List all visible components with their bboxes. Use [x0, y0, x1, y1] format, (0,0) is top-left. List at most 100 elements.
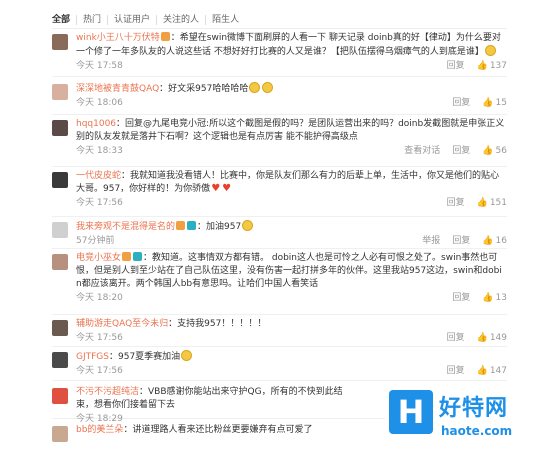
like-button[interactable]: 👍 56	[482, 146, 507, 157]
comment-item: GJTFGS：957夏季赛加油 今天 17:56 回复 👍 147	[52, 350, 507, 381]
thumbs-up-icon: 👍	[482, 146, 494, 156]
reply-button[interactable]: 回复	[452, 98, 470, 109]
like-count: 56	[495, 146, 507, 156]
avatar[interactable]	[52, 34, 68, 50]
reply-button[interactable]: 回复	[447, 366, 465, 377]
like-button[interactable]: 👍 151	[477, 198, 507, 209]
like-button[interactable]: 👍 13	[482, 293, 507, 304]
view-conversation-link[interactable]: 查看对话	[404, 146, 440, 157]
avatar[interactable]	[52, 84, 68, 100]
smile-emoji-icon	[181, 350, 193, 361]
avatar[interactable]	[52, 172, 68, 188]
site-watermark: H 好特网 haote.com	[385, 384, 540, 456]
like-button[interactable]: 👍 137	[477, 61, 507, 72]
comment-item: 一代皮皮蛇：我就知道我没看错人！比赛中，你是队友们那么有力的后辈上单，生活中，你…	[52, 170, 507, 217]
reply-button[interactable]: 回复	[447, 333, 465, 344]
comment-text: 一代皮皮蛇：我就知道我没看错人！比赛中，你是队友们那么有力的后辈上单，生活中，你…	[76, 170, 507, 196]
comment-content: ：讲道理路人看来还比粉丝更要嫌弃有点可爱了	[123, 425, 313, 435]
comment-time: 57分钟前	[76, 236, 115, 246]
username-link[interactable]: wink小王八十万伏特	[76, 33, 160, 43]
vip-badge-icon	[160, 32, 170, 41]
thumbs-up-icon: 👍	[482, 98, 494, 108]
comment-item: wink小王八十万伏特 ：希望在swin微博下面刷屏的人看一下 聊天记录 doin…	[52, 32, 507, 77]
reply-button[interactable]: 回复	[447, 198, 465, 209]
thumbs-up-icon: 👍	[476, 198, 488, 208]
like-count: 151	[489, 198, 507, 208]
heart-icon: ♥	[211, 183, 221, 194]
avatar[interactable]	[52, 254, 68, 270]
comment-filter-bar: 全部 热门 认证用户 关注的人 陌生人	[52, 12, 507, 29]
filter-strangers[interactable]: 陌生人	[205, 15, 245, 25]
avatar[interactable]	[52, 352, 68, 368]
comment-item: hqq1006：回复@九尾电竞小冠:所以这个截图是假的吗？是团队运营出来的吗？d…	[52, 118, 507, 167]
member-badge-icon	[187, 221, 197, 230]
comment-item: 电竞小巫女 ：教知道。这事情双方都有错。 dobin这人也是可怜之人必有可恨之处了…	[52, 252, 507, 315]
like-count: 137	[489, 61, 507, 71]
cat-emoji-icon	[262, 82, 274, 93]
haote-logo-icon: H	[389, 390, 433, 434]
like-count: 149	[489, 333, 507, 343]
username-link[interactable]: GJTFGS	[76, 352, 109, 362]
thumbs-up-icon: 👍	[482, 293, 494, 303]
like-button[interactable]: 👍 149	[477, 333, 507, 344]
watermark-en-text: haote.com	[441, 424, 513, 438]
reply-button[interactable]: 回复	[452, 146, 470, 157]
comment-text: 我来旁观不是混得是名的 ：加油957	[76, 220, 507, 234]
username-link[interactable]: 辅助游走QAQ至今未归	[76, 319, 168, 329]
username-link[interactable]: 我来旁观不是混得是名的	[76, 222, 175, 232]
member-badge-icon	[133, 252, 143, 261]
comment-time: 今天 17:56	[76, 366, 123, 376]
heart-icon: ♥	[222, 183, 232, 194]
thumbs-up-icon: 👍	[476, 366, 488, 376]
thumbs-up-icon: 👍	[476, 333, 488, 343]
like-button[interactable]: 👍 15	[482, 98, 507, 109]
vip-badge-icon	[176, 221, 186, 230]
comment-content: ：支持我957！！！！！	[168, 319, 267, 329]
like-button[interactable]: 👍 147	[477, 366, 507, 377]
comment-time: 今天 17:56	[76, 198, 123, 208]
avatar[interactable]	[52, 388, 68, 404]
comment-text: 深深地被青青鼓QAQ：好文采957哈哈哈哈	[76, 82, 507, 96]
username-link[interactable]: 深深地被青青鼓QAQ	[76, 84, 159, 94]
comment-text: 电竞小巫女 ：教知道。这事情双方都有错。 dobin这人也是可怜之人必有可恨之处了…	[76, 252, 507, 291]
comment-text: wink小王八十万伏特 ：希望在swin微博下面刷屏的人看一下 聊天记录 doin…	[76, 32, 507, 59]
avatar[interactable]	[52, 426, 68, 442]
report-button[interactable]: 举报	[422, 236, 440, 247]
like-count: 16	[495, 236, 507, 246]
like-button[interactable]: 👍 16	[482, 236, 507, 247]
reply-button[interactable]: 回复	[447, 61, 465, 72]
username-link[interactable]: hqq1006	[76, 119, 116, 129]
comment-item: 我来旁观不是混得是名的 ：加油957 57分钟前 举报 回复 👍 16	[52, 220, 507, 249]
comment-time: 今天 18:06	[76, 98, 123, 108]
avatar[interactable]	[52, 120, 68, 136]
username-link[interactable]: 电竞小巫女	[76, 253, 121, 263]
thumbs-up-icon: 👍	[482, 236, 494, 246]
comment-text: GJTFGS：957夏季赛加油	[76, 350, 507, 364]
comment-time: 今天 18:20	[76, 293, 123, 303]
filter-all[interactable]: 全部	[52, 15, 76, 25]
username-link[interactable]: bb的美兰朵	[76, 425, 123, 435]
username-link[interactable]: 不污不污超纯洁	[76, 387, 139, 397]
comment-time: 今天 18:33	[76, 146, 123, 156]
filter-verified[interactable]: 认证用户	[107, 15, 156, 25]
watermark-cn-text: 好特网	[439, 396, 509, 421]
vip-badge-icon	[122, 252, 132, 261]
avatar[interactable]	[52, 222, 68, 238]
reply-button[interactable]: 回复	[452, 236, 470, 247]
like-count: 147	[489, 366, 507, 376]
comment-content: ：回复@九尾电竞小冠:所以这个截图是假的吗？是团队运营出来的吗？doinb发截图…	[76, 119, 505, 142]
avatar[interactable]	[52, 320, 68, 336]
cat-emoji-icon	[249, 82, 261, 93]
username-link[interactable]: 一代皮皮蛇	[76, 171, 121, 181]
like-count: 15	[495, 98, 507, 108]
thumbs-up-icon: 👍	[476, 61, 488, 71]
comment-item: 深深地被青青鼓QAQ：好文采957哈哈哈哈 今天 18:06 回复 👍 15	[52, 82, 507, 115]
filter-following[interactable]: 关注的人	[156, 15, 205, 25]
filter-hot[interactable]: 热门	[76, 15, 107, 25]
smile-emoji-icon	[242, 220, 254, 231]
comment-content: ：我就知道我没看错人！比赛中，你是队友们那么有力的后辈上单，生活中，你又是他们的…	[76, 171, 500, 194]
comment-item: 辅助游走QAQ至今未归：支持我957！！！！！ 今天 17:56 回复 👍 149	[52, 318, 507, 347]
comment-content: ：加油957	[197, 222, 242, 232]
reply-button[interactable]: 回复	[452, 293, 470, 304]
comment-content: ：好文采957哈哈哈哈	[159, 84, 249, 94]
